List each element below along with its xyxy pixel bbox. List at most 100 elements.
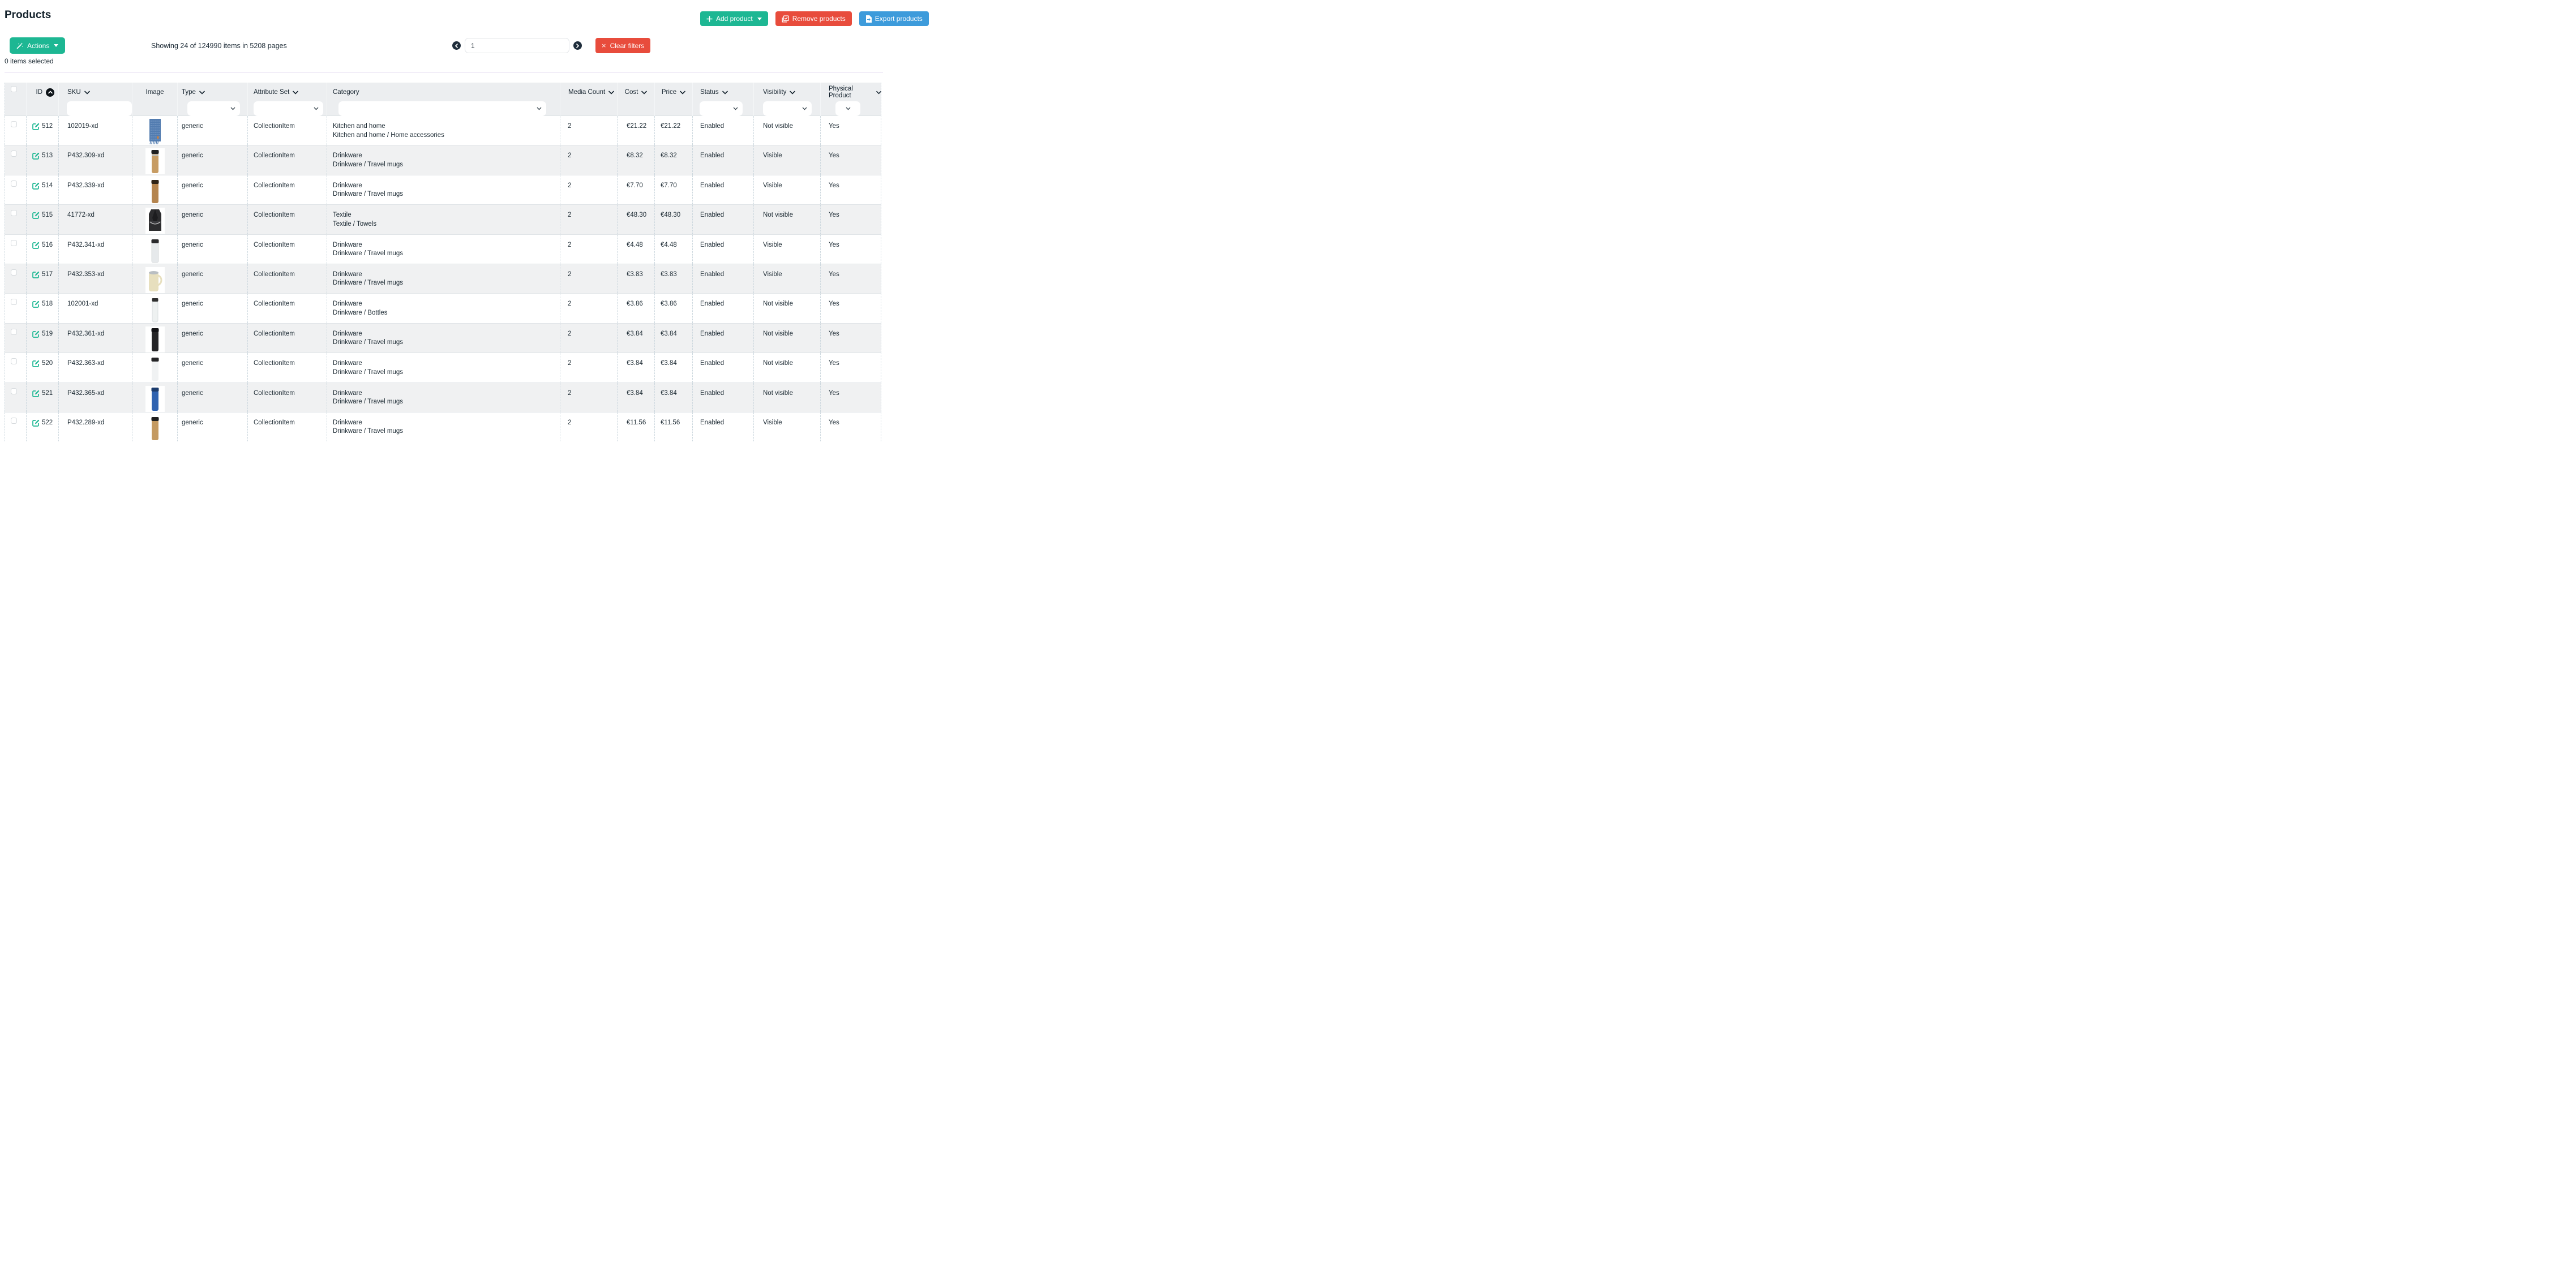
product-media-count: 2	[560, 116, 617, 145]
product-price: €8.32	[654, 145, 692, 174]
row-checkbox[interactable]	[11, 121, 17, 127]
edit-icon[interactable]	[32, 390, 40, 397]
physical-product-filter-select[interactable]	[835, 101, 860, 116]
column-header-sku[interactable]: SKU	[59, 83, 132, 100]
edit-icon[interactable]	[32, 123, 40, 130]
product-sku: P432.341-xd	[58, 235, 132, 264]
sort-ascending-icon	[46, 88, 54, 97]
actions-button[interactable]: Actions	[10, 37, 65, 54]
product-visibility: Not visible	[753, 205, 820, 234]
column-header-id[interactable]: ID	[27, 83, 58, 100]
edit-icon[interactable]	[32, 212, 40, 219]
column-header-price[interactable]: Price	[655, 83, 692, 100]
edit-icon[interactable]	[32, 330, 40, 338]
product-attribute-set: CollectionItem	[247, 324, 327, 353]
edit-icon[interactable]	[32, 419, 40, 427]
sort-chevron-icon	[608, 91, 614, 94]
visibility-filter-select[interactable]	[763, 101, 812, 116]
type-filter-select[interactable]	[187, 101, 240, 116]
product-thumbnail	[145, 296, 165, 323]
clear-filters-button[interactable]: × Clear filters	[595, 38, 650, 53]
column-header-visibility[interactable]: Visibility	[754, 83, 820, 100]
category-main: Drinkware	[333, 359, 560, 368]
product-price: €3.84	[654, 324, 692, 353]
product-type: generic	[177, 235, 247, 264]
next-page-button[interactable]	[573, 41, 582, 50]
product-media-count: 2	[560, 294, 617, 323]
remove-products-button[interactable]: Remove products	[775, 11, 852, 26]
column-header-cost[interactable]: Cost	[618, 83, 654, 100]
product-media-count: 2	[560, 264, 617, 293]
row-checkbox[interactable]	[11, 151, 17, 157]
edit-icon[interactable]	[32, 360, 40, 367]
column-header-media-count[interactable]: Media Count	[560, 83, 617, 100]
product-category: Drinkware Drinkware / Travel mugs	[327, 175, 560, 204]
chevron-left-icon	[455, 44, 458, 48]
export-products-label: Export products	[875, 15, 923, 23]
table-row: 518 102001-xd generic CollectionItem Dri…	[5, 293, 881, 323]
sku-filter-input[interactable]	[67, 101, 132, 116]
product-sku: 102001-xd	[58, 294, 132, 323]
page-number-input[interactable]	[465, 38, 569, 53]
row-checkbox[interactable]	[11, 418, 17, 424]
column-header-status[interactable]: Status	[693, 83, 753, 100]
edit-icon[interactable]	[32, 242, 40, 249]
close-icon: ×	[602, 42, 606, 49]
row-checkbox[interactable]	[11, 240, 17, 246]
column-header-attribute-set[interactable]: Attribute Set	[248, 83, 327, 100]
product-category: Textile Textile / Towels	[327, 205, 560, 234]
product-attribute-set: CollectionItem	[247, 412, 327, 441]
edit-icon[interactable]	[32, 152, 40, 160]
product-id: 522	[42, 419, 53, 428]
product-id: 513	[42, 152, 53, 161]
row-checkbox[interactable]	[11, 358, 17, 364]
column-header-physical-product[interactable]: Physical Product	[821, 83, 881, 100]
category-filter-select[interactable]	[338, 101, 546, 116]
category-path: Drinkware / Travel mugs	[333, 279, 560, 288]
row-checkbox[interactable]	[11, 180, 17, 187]
product-type: generic	[177, 353, 247, 382]
add-product-button[interactable]: Add product	[700, 11, 768, 26]
row-checkbox[interactable]	[11, 269, 17, 276]
product-type: generic	[177, 324, 247, 353]
product-type: generic	[177, 412, 247, 441]
product-media-count: 2	[560, 383, 617, 412]
product-physical: Yes	[820, 294, 881, 323]
column-header-type[interactable]: Type	[178, 83, 247, 100]
product-attribute-set: CollectionItem	[247, 383, 327, 412]
edit-icon[interactable]	[32, 300, 40, 308]
row-checkbox[interactable]	[11, 329, 17, 335]
product-physical: Yes	[820, 383, 881, 412]
product-media-count: 2	[560, 412, 617, 441]
column-header-category: Category	[327, 83, 560, 100]
row-checkbox[interactable]	[11, 210, 17, 216]
attribute-set-filter-select[interactable]	[254, 101, 323, 116]
prev-page-button[interactable]	[452, 41, 461, 50]
product-media-count: 2	[560, 205, 617, 234]
product-physical: Yes	[820, 412, 881, 441]
category-path: Drinkware / Travel mugs	[333, 161, 560, 170]
edit-icon[interactable]	[32, 182, 40, 190]
product-thumbnail	[145, 386, 165, 412]
edit-icon[interactable]	[32, 271, 40, 278]
product-price: €11.56	[654, 412, 692, 441]
product-physical: Yes	[820, 324, 881, 353]
category-main: Drinkware	[333, 300, 560, 309]
export-products-button[interactable]: Export products	[859, 11, 929, 26]
sort-chevron-icon	[199, 91, 205, 94]
chevron-right-icon	[576, 44, 580, 48]
row-checkbox[interactable]	[11, 388, 17, 394]
sort-chevron-icon	[680, 91, 685, 94]
table-row: 521 P432.365-xd generic CollectionItem D…	[5, 382, 881, 412]
product-sku: 102019-xd	[58, 116, 132, 145]
category-main: Drinkware	[333, 270, 560, 280]
product-type: generic	[177, 175, 247, 204]
product-price: €7.70	[654, 175, 692, 204]
row-checkbox[interactable]	[11, 299, 17, 305]
product-id: 515	[42, 211, 53, 220]
product-sku: P432.361-xd	[58, 324, 132, 353]
select-all-checkbox[interactable]	[11, 86, 17, 92]
product-cost: €3.83	[617, 264, 654, 293]
product-sku: 41772-xd	[58, 205, 132, 234]
status-filter-select[interactable]	[700, 101, 743, 116]
